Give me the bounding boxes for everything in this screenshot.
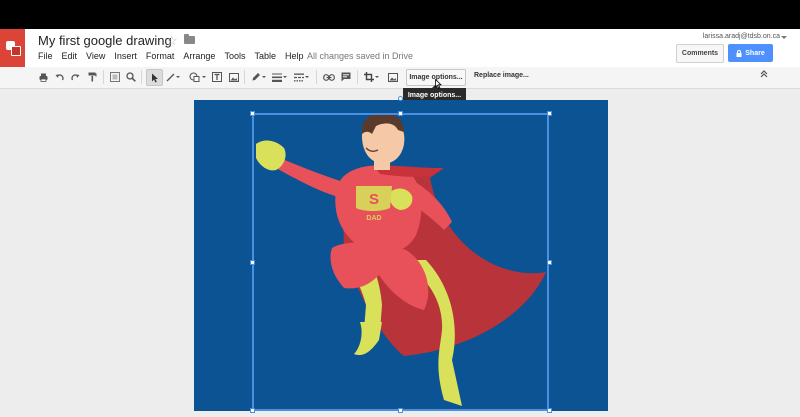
video-top-bar xyxy=(0,0,800,29)
folder-icon[interactable] xyxy=(184,34,195,44)
paint-format-icon[interactable] xyxy=(87,70,97,84)
menu-file[interactable]: File xyxy=(38,51,53,61)
collapse-icon[interactable] xyxy=(760,70,768,80)
menu-insert[interactable]: Insert xyxy=(114,51,137,61)
resize-handle-top-right[interactable] xyxy=(547,111,552,116)
toolbar-divider xyxy=(141,70,142,84)
resize-handle-right[interactable] xyxy=(547,260,552,265)
account-dropdown-icon[interactable] xyxy=(781,36,787,39)
lock-icon xyxy=(736,49,742,57)
resize-handle-bottom[interactable] xyxy=(398,408,403,413)
drawings-logo-icon[interactable] xyxy=(0,29,25,67)
border-dash-icon[interactable] xyxy=(293,70,309,84)
line-icon[interactable] xyxy=(164,70,182,84)
toolbar-divider xyxy=(244,70,245,84)
toolbar xyxy=(0,67,800,89)
zoom-icon[interactable] xyxy=(125,70,136,84)
replace-image-button[interactable]: Replace image... xyxy=(474,72,529,79)
save-status[interactable]: All changes saved in Drive xyxy=(307,51,413,61)
toolbar-divider xyxy=(103,70,104,84)
print-icon[interactable] xyxy=(38,70,48,84)
undo-icon[interactable] xyxy=(54,70,64,84)
resize-handle-top-left[interactable] xyxy=(250,111,255,116)
image-selection-frame[interactable] xyxy=(252,113,549,411)
resize-handle-bottom-right[interactable] xyxy=(547,408,552,413)
menu-arrange[interactable]: Arrange xyxy=(183,51,215,61)
toolbar-divider xyxy=(316,70,317,84)
link-icon[interactable] xyxy=(322,70,335,84)
comment-icon[interactable] xyxy=(340,70,351,84)
menu-tools[interactable]: Tools xyxy=(224,51,245,61)
redo-icon[interactable] xyxy=(70,70,80,84)
select-icon[interactable] xyxy=(146,69,163,86)
shape-icon[interactable] xyxy=(187,70,208,84)
replace-image-icon[interactable] xyxy=(387,70,398,84)
resize-handle-left[interactable] xyxy=(250,260,255,265)
document-title[interactable]: My first google drawing xyxy=(38,33,172,48)
menu-table[interactable]: Table xyxy=(254,51,276,61)
resize-handle-top[interactable] xyxy=(398,111,403,116)
toolbar-divider xyxy=(357,70,358,84)
menu-format[interactable]: Format xyxy=(146,51,175,61)
account-email[interactable]: larissa.aradj@tdsb.on.ca xyxy=(703,33,780,40)
border-weight-icon[interactable] xyxy=(271,70,287,84)
star-icon[interactable]: ☆ xyxy=(166,33,178,49)
mouse-cursor-icon xyxy=(435,79,442,89)
crop-icon[interactable] xyxy=(362,70,381,84)
comments-button[interactable]: Comments xyxy=(676,44,724,63)
menu-edit[interactable]: Edit xyxy=(62,51,78,61)
text-box-icon[interactable] xyxy=(211,70,222,84)
border-color-icon[interactable] xyxy=(250,70,266,84)
share-button[interactable]: Share xyxy=(728,44,773,62)
menu-bar: File Edit View Insert Format Arrange Too… xyxy=(38,51,313,61)
rotate-handle[interactable] xyxy=(398,96,403,101)
image-icon[interactable] xyxy=(228,70,239,84)
resize-handle-bottom-left[interactable] xyxy=(250,408,255,413)
menu-help[interactable]: Help xyxy=(285,51,304,61)
menu-view[interactable]: View xyxy=(86,51,105,61)
share-label: Share xyxy=(745,49,765,57)
zoom-fit-icon[interactable] xyxy=(109,70,120,84)
